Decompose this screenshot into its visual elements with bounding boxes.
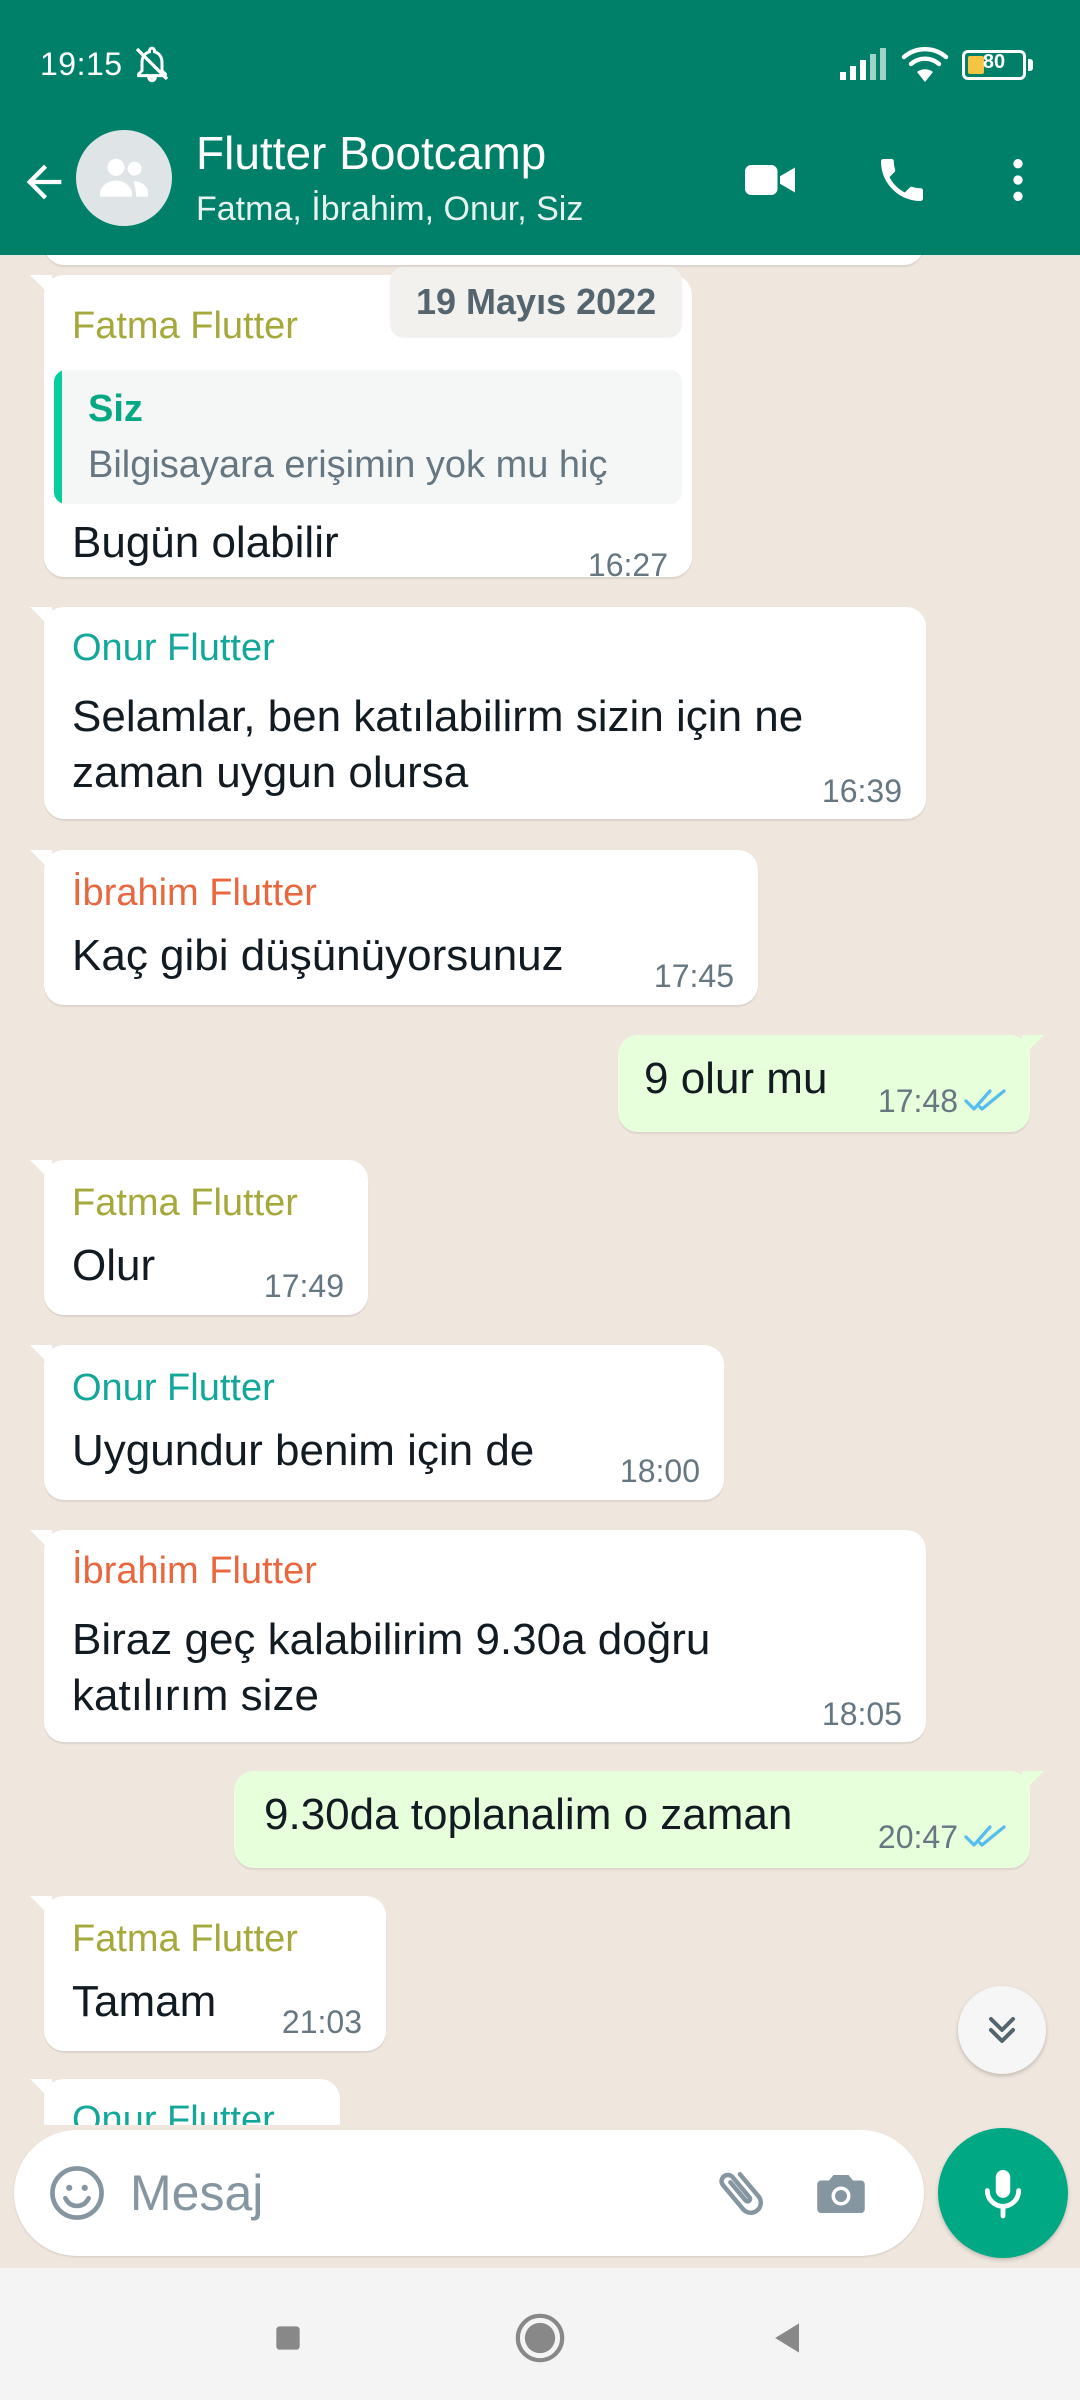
video-call-button[interactable]: [730, 140, 810, 220]
message-bubble-outgoing[interactable]: 9.30da toplanalim o zaman 20:47: [234, 1771, 1044, 1868]
message-time: 16:39: [821, 773, 902, 809]
attach-icon: [719, 2172, 764, 2215]
date-chip: 19 Mayıs 2022: [390, 267, 683, 337]
chat-participants[interactable]: Fatma, İbrahim, Onur, Siz: [196, 190, 583, 229]
message-bubble-partial[interactable]: [44, 255, 924, 265]
message-time: 17:45: [653, 958, 734, 994]
camera-button[interactable]: [804, 2156, 878, 2230]
chat-area[interactable]: Fatma Flutter Siz Bilgisayara erişimin y…: [0, 255, 1080, 2125]
status-time: 19:15: [40, 46, 123, 82]
camera-icon: [817, 2175, 865, 2213]
message-sender[interactable]: Fatma Flutter: [72, 1918, 298, 1961]
message-sender[interactable]: İbrahim Flutter: [72, 1550, 317, 1593]
group-avatar[interactable]: [76, 130, 172, 226]
wifi-icon: [901, 46, 949, 82]
message-text: Kaç gibi düşünüyorsunuz: [72, 931, 564, 980]
message-text: 9 olur mu: [644, 1054, 828, 1103]
more-options-button[interactable]: [978, 140, 1058, 220]
more-vert-icon: [1013, 159, 1023, 201]
message-sender[interactable]: Onur Flutter: [72, 2099, 275, 2125]
message-bubble-partial[interactable]: Onur Flutter: [30, 2079, 340, 2125]
message-time: 18:00: [619, 1453, 700, 1489]
voice-message-button[interactable]: [938, 2128, 1068, 2258]
message-text: Biraz geç kalabilirim 9.30a doğru: [72, 1615, 711, 1664]
home-button[interactable]: [500, 2298, 580, 2378]
message-text: 9.30da toplanalim o zaman: [264, 1790, 793, 1839]
message-sender[interactable]: Fatma Flutter: [72, 1182, 298, 1225]
message-text: Olur: [72, 1241, 156, 1290]
message-text-line2: zaman uygun olursa: [72, 748, 469, 797]
message-text: Uygundur benim için de: [72, 1426, 535, 1475]
emoji-button[interactable]: [40, 2156, 114, 2230]
attach-button[interactable]: [704, 2156, 778, 2230]
message-bubble[interactable]: Fatma Flutter Tamam 21:03: [30, 1896, 386, 2051]
battery-level: 80: [982, 51, 1006, 73]
message-bubble[interactable]: İbrahim Flutter Kaç gibi düşünüyorsunuz …: [30, 850, 758, 1005]
recents-button[interactable]: [248, 2298, 328, 2378]
message-time: 21:03: [281, 2004, 362, 2040]
message-text: Bugün olabilir: [72, 518, 339, 567]
signal-icon: [840, 48, 886, 80]
recents-icon: [276, 2326, 300, 2350]
message-text-line2: katılırım size: [72, 1671, 319, 1720]
video-call-icon: [745, 165, 795, 195]
status-bar: 19:15 80: [0, 0, 1080, 130]
battery-icon: 80: [962, 50, 1034, 80]
mic-icon: [984, 2170, 1022, 2219]
read-ticks-icon: [964, 1089, 1006, 1111]
quoted-text: Bilgisayara erişimin yok mu hiç: [88, 444, 608, 486]
group-icon: [100, 158, 148, 197]
back-arrow-icon: [26, 164, 62, 200]
message-time: 20:47: [877, 1819, 958, 1855]
message-bubble[interactable]: Fatma Flutter Olur 17:49: [30, 1160, 368, 1315]
back-icon: [775, 2323, 799, 2353]
message-sender[interactable]: Onur Flutter: [72, 1367, 275, 1410]
message-sender[interactable]: Onur Flutter: [72, 627, 275, 670]
quoted-sender: Siz: [88, 388, 143, 430]
message-composer: [14, 2130, 924, 2256]
home-icon: [515, 2313, 565, 2363]
message-text: Tamam: [72, 1977, 217, 2026]
chevron-double-down-icon: [988, 2016, 1016, 2044]
read-ticks-icon: [964, 1825, 1006, 1847]
message-text: Selamlar, ben katılabilirm sizin için ne: [72, 692, 804, 741]
quoted-message[interactable]: Siz Bilgisayara erişimin yok mu hiç: [54, 370, 682, 504]
system-nav-bar: [0, 2268, 1080, 2400]
message-time: 17:48: [877, 1083, 958, 1119]
back-button[interactable]: [12, 150, 76, 214]
nav-back-button[interactable]: [748, 2298, 828, 2378]
phone-icon: [881, 159, 923, 201]
emoji-icon: [50, 2166, 104, 2220]
voice-call-button[interactable]: [862, 140, 942, 220]
app-bar: 19:15 80 Flutter Bootcamp Fatma, İbrahim…: [0, 0, 1080, 255]
message-input[interactable]: [130, 2154, 690, 2232]
message-time: 17:49: [263, 1268, 344, 1304]
message-bubble[interactable]: Onur Flutter Selamlar, ben katılabilirm …: [30, 607, 926, 819]
chat-title[interactable]: Flutter Bootcamp: [196, 126, 546, 180]
bell-off-icon: [135, 46, 169, 83]
scroll-to-bottom-button[interactable]: [958, 1986, 1046, 2074]
message-bubble[interactable]: İbrahim Flutter Biraz geç kalabilirim 9.…: [30, 1530, 926, 1742]
message-sender[interactable]: Fatma Flutter: [72, 305, 298, 348]
message-sender[interactable]: İbrahim Flutter: [72, 872, 317, 915]
message-bubble-outgoing[interactable]: 9 olur mu 17:48: [618, 1035, 1044, 1132]
message-time: 18:05: [821, 1696, 902, 1732]
message-time: 16:27: [587, 547, 668, 583]
message-bubble[interactable]: Onur Flutter Uygundur benim için de 18:0…: [30, 1345, 724, 1500]
